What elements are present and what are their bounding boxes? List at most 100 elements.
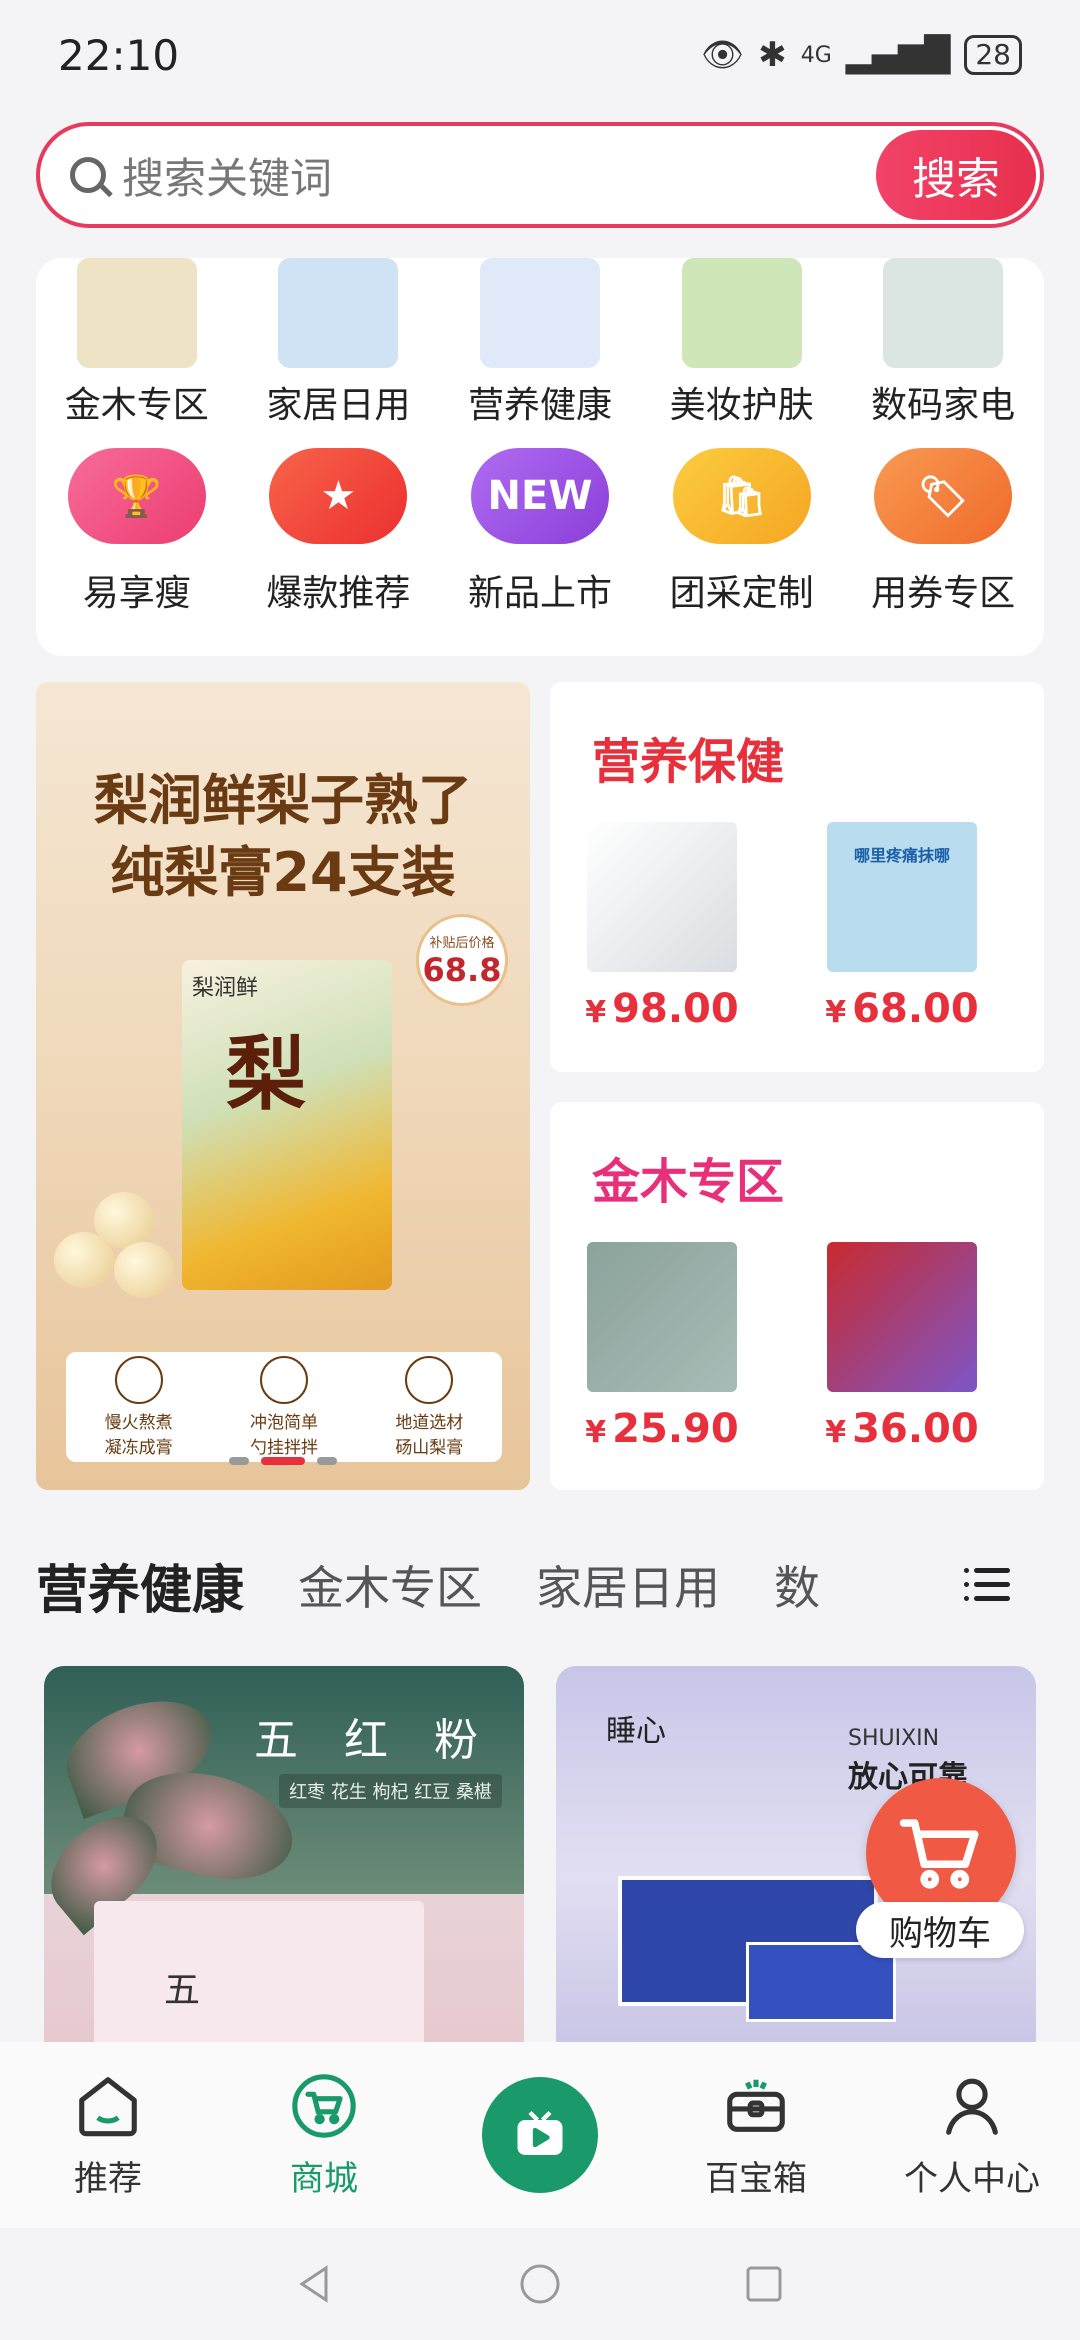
system-navigation [0,2228,1080,2340]
category-beauty[interactable]: 美妆护肤 [641,258,843,428]
category-new[interactable]: NEW 新品上市 [439,448,641,616]
feature-sub: 砀山梨膏 [395,1438,464,1458]
category-label: 用券专区 [871,573,1016,614]
cart-icon [292,2073,356,2138]
home-icon [79,2076,137,2136]
treasure-box-icon [727,2079,785,2132]
category-group-buy[interactable]: 🛍 团采定制 [641,448,843,616]
nav-label: 百宝箱 [705,2158,807,2199]
nav-treasure-box[interactable]: 百宝箱 [666,2071,846,2200]
promo-card-jinmu[interactable]: 金木专区 ¥25.90 ¥36.00 [550,1102,1044,1490]
carousel-dot[interactable] [229,1457,249,1465]
tab-nutrition[interactable]: 营养健康 [36,1548,244,1623]
nav-label: 个人中心 [904,2158,1040,2199]
tag-icon: 🏷 [874,448,1013,544]
product-image [587,1242,737,1392]
product-title: 五 红 粉 [254,1715,494,1766]
product-brand: 梨润鲜 [192,976,259,1001]
nav-label: 商城 [290,2158,358,2199]
cart-floating-button[interactable]: 购物车 [856,1778,1024,1958]
eye-icon: 👁 [701,35,745,75]
search-bar[interactable]: 搜索关键词 搜索 [36,122,1044,228]
category-yixiangshou[interactable]: 🏆 易享瘦 [36,448,238,616]
pear-icon [405,1356,454,1404]
new-badge-icon: NEW [470,448,609,544]
product-box-image: 五 [94,1901,424,2046]
bluetooth-icon: ✱ [758,35,787,75]
search-input[interactable]: 搜索关键词 [122,145,876,206]
category-thumb [278,258,399,368]
category-label: 新品上市 [467,573,612,614]
carousel-dot[interactable] [317,1457,337,1465]
category-hot[interactable]: ★ 爆款推荐 [238,448,440,616]
category-thumb [883,258,1004,368]
category-jinmu[interactable]: 金木专区 [36,258,238,428]
tab-jinmu[interactable]: 金木专区 [298,1552,482,1618]
category-label: 营养健康 [467,385,612,426]
promo-product[interactable]: ¥98.00 [562,822,762,1032]
banner-subtitle: 纯梨膏24支装 [110,841,456,904]
trophy-icon: 🏆 [67,448,206,544]
nav-mall[interactable]: 商城 [234,2071,414,2200]
bottom-navigation: 推荐 商城 百宝箱 个人中心 [0,2042,1080,2228]
promo-banner[interactable]: 梨润鲜梨子熟了 纯梨膏24支装 梨润鲜 梨 补贴后价格 68.8 慢火熬煮 凝冻… [36,682,530,1490]
price-badge: 补贴后价格 68.8 [416,914,508,1006]
feature-label: 地道选材 [395,1413,464,1433]
category-label: 爆款推荐 [266,573,411,614]
promo-product[interactable]: 哪里疼痛抹哪 ¥68.00 [802,822,1002,1032]
tab-home[interactable]: 家居日用 [536,1552,720,1618]
category-label: 数码家电 [871,385,1016,426]
category-tabs: 营养健康 金木专区 家居日用 数 [36,1540,1044,1630]
price-badge-label: 补贴后价格 [429,935,495,951]
home-circle-icon[interactable] [518,2262,562,2306]
category-label: 易享瘦 [82,573,191,614]
product-box-image: 梨润鲜 梨 [182,960,392,1290]
product-subtitle: 红枣 花生 枸杞 红豆 桑椹 [279,1774,502,1808]
tab-digital[interactable]: 数 [774,1552,820,1618]
category-label: 美妆护肤 [669,385,814,426]
nav-profile[interactable]: 个人中心 [882,2071,1062,2200]
promo-product[interactable]: ¥25.90 [562,1242,762,1452]
feature-item: 慢火熬煮 凝冻成膏 [105,1356,173,1458]
status-bar: 22:10 👁 ✱ 4G ▂▄▆█ 28 [0,0,1080,110]
status-time: 22:10 [58,30,180,80]
feature-sub: 凝冻成膏 [104,1438,173,1458]
product-big-char: 梨 [226,1028,306,1121]
recent-apps-icon[interactable] [742,2262,786,2306]
category-coupon[interactable]: 🏷 用券专区 [842,448,1044,616]
category-home[interactable]: 家居日用 [238,258,440,428]
product-box-text: 五 [164,1970,201,2011]
search-button[interactable]: 搜索 [876,130,1036,220]
product-image: 哪里疼痛抹哪 [827,822,977,972]
nav-recommend[interactable]: 推荐 [18,2071,198,2200]
cup-icon [259,1356,308,1404]
category-panel: 金木专区 家居日用 营养健康 美妆护肤 数码家电 🏆 易享瘦 ★ 爆款推荐 NE… [36,258,1044,656]
nav-label: 推荐 [74,2158,142,2199]
category-label: 家居日用 [266,385,411,426]
feature-item: 冲泡简单 勺挂拌拌 [250,1356,318,1458]
category-nutrition[interactable]: 营养健康 [439,258,641,428]
promo-card-nutrition[interactable]: 营养保健 ¥98.00 哪里疼痛抹哪 ¥68.00 [550,682,1044,1072]
carousel-dot-active[interactable] [261,1457,305,1465]
network-label: 4G [800,42,832,68]
promo-title: 营养保健 [592,734,785,790]
product-price: ¥98.00 [585,986,739,1032]
category-digital[interactable]: 数码家电 [842,258,1044,428]
promo-product[interactable]: ¥36.00 [802,1242,1002,1452]
product-image [587,822,737,972]
feature-label: 慢火熬煮 [104,1413,173,1433]
product-brand: 睡心 [606,1714,666,1749]
category-thumb [681,258,802,368]
product-card-wuhongfen[interactable]: 五 红 粉 红枣 花生 枸杞 红豆 桑椹 五 [44,1666,524,2046]
category-thumb [479,258,600,368]
battery-icon: 28 [964,35,1022,75]
menu-list-icon[interactable] [964,1560,1014,1610]
star-badge-icon: ★ [269,448,408,544]
banner-title: 梨润鲜梨子熟了 [94,769,472,832]
product-title: SHUIXIN [848,1726,940,1751]
carousel-dots [36,1457,530,1465]
feature-strip: 慢火熬煮 凝冻成膏 冲泡简单 勺挂拌拌 地道选材 砀山梨膏 [66,1352,502,1462]
back-icon[interactable] [294,2262,338,2306]
product-price: ¥68.00 [825,986,979,1032]
nav-video[interactable] [450,2077,630,2193]
